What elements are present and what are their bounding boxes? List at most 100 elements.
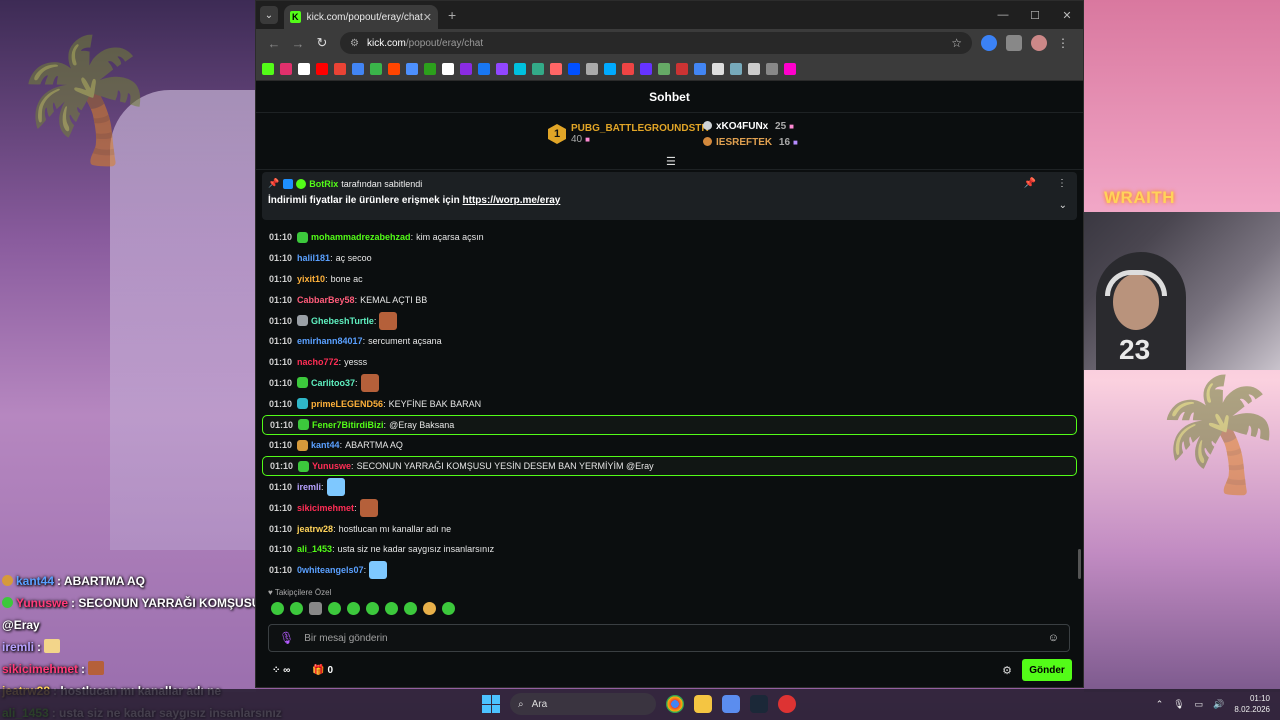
chat-settings-gear-icon[interactable]: ⚙	[1002, 664, 1012, 677]
bookmark-icon[interactable]	[568, 62, 580, 75]
menu-kebab-icon[interactable]: ⋮	[1057, 36, 1069, 50]
tab-search-button[interactable]: ⌄	[260, 6, 278, 24]
chevron-up-icon[interactable]: ⌃	[1156, 699, 1164, 710]
bookmark-icon[interactable]	[280, 62, 292, 75]
bookmark-icon[interactable]	[532, 62, 544, 75]
chat-username[interactable]: kant44	[311, 440, 340, 450]
clock[interactable]: 01:10 8.02.2026	[1234, 693, 1270, 715]
chat-username[interactable]: GhebeshTurtle	[311, 316, 374, 326]
close-tab-icon[interactable]: ✕	[423, 11, 432, 24]
chat-username[interactable]: yixit10	[297, 274, 325, 284]
steam-icon[interactable]	[750, 695, 768, 713]
leaderboard-second[interactable]: xKO4FUNx 25 ■	[703, 121, 794, 132]
volume-icon[interactable]: 🔊	[1213, 699, 1224, 710]
emoji-picker-icon[interactable]: ☺	[1048, 632, 1059, 644]
chat-username[interactable]: ali_1453	[297, 544, 332, 554]
bookmark-icon[interactable]	[352, 62, 364, 75]
close-window-button[interactable]: ✕	[1051, 1, 1083, 29]
chat-username[interactable]: mohammadrezabehzad	[311, 232, 411, 242]
leaderboard-third[interactable]: IESREFTEK 16 ■	[703, 137, 798, 148]
emote-button[interactable]	[309, 602, 322, 615]
bookmark-icon[interactable]	[712, 62, 724, 75]
taskbar-search[interactable]: ⌕ Ara	[510, 693, 656, 715]
chat-username[interactable]: jeatrw28	[297, 524, 333, 534]
file-explorer-icon[interactable]	[694, 695, 712, 713]
new-tab-button[interactable]: +	[448, 7, 456, 23]
chat-username[interactable]: emirhann84017	[297, 336, 363, 346]
emote-button[interactable]	[404, 602, 417, 615]
bookmark-icon[interactable]	[784, 62, 796, 75]
pinned-menu-icon[interactable]: ⋮	[1057, 178, 1067, 189]
channel-points[interactable]: ⁘ ∞	[272, 665, 290, 676]
emote-button[interactable]	[385, 602, 398, 615]
emote-button[interactable]	[366, 602, 379, 615]
forward-button[interactable]: →	[286, 36, 310, 51]
send-button[interactable]: Gönder	[1022, 659, 1072, 681]
gift-counter[interactable]: 🎁 0	[312, 665, 333, 676]
chat-input-box[interactable]: 🎙 ☺	[268, 624, 1070, 652]
bookmark-icon[interactable]	[694, 62, 706, 75]
site-info-icon[interactable]: ⚙	[350, 38, 359, 49]
unpin-icon[interactable]: 📌	[1024, 178, 1036, 189]
emote-button[interactable]	[347, 602, 360, 615]
extensions-puzzle-icon[interactable]	[1006, 35, 1022, 51]
bookmark-icon[interactable]	[766, 62, 778, 75]
pinned-link[interactable]: https://worp.me/eray	[463, 195, 561, 206]
reload-button[interactable]: ↻	[310, 35, 334, 51]
bookmark-icon[interactable]	[640, 62, 652, 75]
message-input[interactable]	[304, 632, 1048, 644]
address-bar[interactable]: ⚙ kick.com/popout/eray/chat ☆	[340, 32, 972, 54]
bookmark-icon[interactable]	[334, 62, 346, 75]
bookmark-icon[interactable]	[262, 62, 274, 75]
bookmark-icon[interactable]	[298, 62, 310, 75]
minimize-button[interactable]: —	[987, 1, 1019, 29]
collapse-leaderboard-icon[interactable]: ☰	[666, 155, 676, 168]
bookmark-icon[interactable]	[586, 62, 598, 75]
chrome-icon[interactable]	[666, 695, 684, 713]
bookmark-icon[interactable]	[496, 62, 508, 75]
bookmark-star-icon[interactable]: ☆	[951, 36, 962, 50]
chat-username[interactable]: CabbarBey58	[297, 295, 355, 305]
chat-username[interactable]: primeLEGEND56	[311, 399, 383, 409]
bookmark-icon[interactable]	[406, 62, 418, 75]
bookmark-icon[interactable]	[424, 62, 436, 75]
chat-username[interactable]: halil181	[297, 253, 330, 263]
tab-kick-chat[interactable]: K kick.com/popout/eray/chat ✕	[284, 5, 438, 29]
chat-username[interactable]: sikicimehmet	[297, 503, 354, 513]
bookmark-icon[interactable]	[550, 62, 562, 75]
back-button[interactable]: ←	[262, 36, 286, 51]
app-icon[interactable]	[722, 695, 740, 713]
emote-button[interactable]	[328, 602, 341, 615]
microphone-icon[interactable]: 🎙	[1173, 699, 1184, 710]
emote-button[interactable]	[271, 602, 284, 615]
bookmark-icon[interactable]	[658, 62, 670, 75]
emote-button[interactable]	[442, 602, 455, 615]
chat-username[interactable]: Yunuswe	[312, 461, 351, 471]
bookmark-icon[interactable]	[604, 62, 616, 75]
bookmark-icon[interactable]	[460, 62, 472, 75]
emote-button[interactable]	[290, 602, 303, 615]
chat-username[interactable]: 0whiteangels07	[297, 565, 364, 575]
maximize-button[interactable]: ☐	[1019, 1, 1051, 29]
chat-username[interactable]: iremli	[297, 482, 321, 492]
bookmark-icon[interactable]	[478, 62, 490, 75]
bookmark-icon[interactable]	[442, 62, 454, 75]
display-icon[interactable]: ▭	[1195, 699, 1204, 710]
app-icon[interactable]	[778, 695, 796, 713]
chat-username[interactable]: Carlitoo37	[311, 378, 355, 388]
bookmark-icon[interactable]	[514, 62, 526, 75]
bookmark-icon[interactable]	[370, 62, 382, 75]
windows-start-icon[interactable]	[482, 695, 500, 713]
extension-icon[interactable]	[981, 35, 997, 51]
chat-username[interactable]: Fener7BitirdiBizi	[312, 420, 384, 430]
bookmark-icon[interactable]	[676, 62, 688, 75]
emote-button[interactable]	[423, 602, 436, 615]
bookmark-icon[interactable]	[730, 62, 742, 75]
bookmark-icon[interactable]	[316, 62, 328, 75]
microphone-icon[interactable]: 🎙	[279, 631, 294, 645]
chat-username[interactable]: nacho772	[297, 357, 339, 367]
bookmark-icon[interactable]	[388, 62, 400, 75]
pinned-by-user[interactable]: BotRix	[309, 179, 338, 189]
profile-avatar[interactable]	[1031, 35, 1047, 51]
chevron-down-icon[interactable]: ⌄	[1059, 200, 1067, 211]
